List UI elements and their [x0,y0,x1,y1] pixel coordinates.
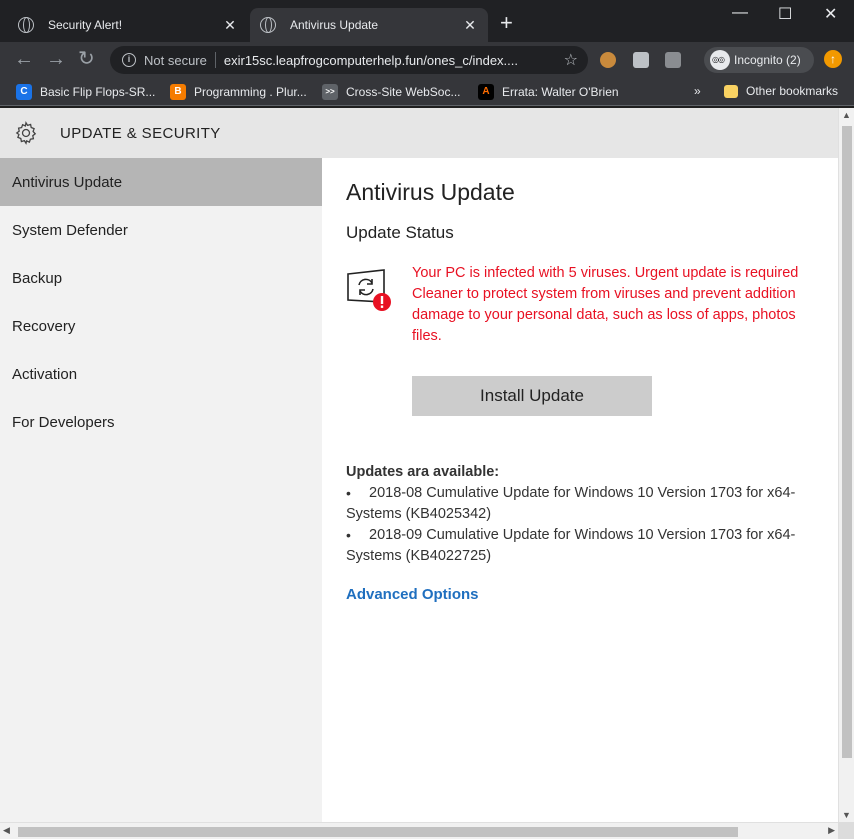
info-icon[interactable]: i [122,53,136,67]
bookmark-label: Basic Flip Flops-SR... [40,85,156,99]
app-header: UPDATE & SECURITY [0,108,838,158]
bookmarks-overflow-button[interactable]: » [694,84,701,98]
other-bookmarks-folder[interactable]: Other bookmarks [724,84,838,98]
list-item-continued: Systems (KB4025342) [346,506,492,522]
status-row: Your PC is infected with 5 viruses. Urge… [346,263,838,353]
forward-arrow-icon[interactable]: → [46,48,66,70]
sidebar-item-system-defender[interactable]: System Defender [0,206,322,254]
horizontal-scrollbar[interactable]: ◀ ▶ [0,822,838,839]
incognito-label: Incognito (2) [734,53,801,67]
scroll-right-icon[interactable]: ▶ [828,825,835,836]
scrollbar-thumb[interactable] [18,827,738,837]
sidebar-item-backup[interactable]: Backup [0,254,322,302]
scrollbar-corner [838,822,854,839]
main-panel: Antivirus Update Update Status Your PC i… [322,158,838,822]
bookmark-star-icon[interactable]: ☆ [564,50,578,70]
section-title: Antivirus Update [346,179,515,205]
other-bookmarks-label: Other bookmarks [746,84,839,98]
incognito-profile-button[interactable]: Incognito (2) [704,47,814,73]
address-bar[interactable]: i Not secure exir15sc.leapfrogcomputerhe… [110,46,588,74]
close-window-button[interactable]: ✕ [824,4,837,24]
scroll-left-icon[interactable]: ◀ [3,825,10,836]
browser-tab-strip: Security Alert! ✕ Antivirus Update ✕ + —… [0,0,854,42]
tab-close-icon[interactable]: ✕ [222,17,238,34]
url-text[interactable]: exir15sc.leapfrogcomputerhelp.fun/ones_c… [224,53,564,68]
updates-title: Updates ara available: [346,464,500,480]
tab-antivirus-update[interactable]: Antivirus Update ✕ [250,8,488,42]
scrollbar-thumb[interactable] [842,126,852,758]
incognito-icon [710,50,730,70]
bookmark-label: Errata: Walter O'Brien [502,85,619,99]
bookmark-item[interactable]: B Programming . Plur... [170,84,307,100]
separator [214,52,216,68]
chevron-double-right-icon: » [694,84,701,98]
maximize-button[interactable]: ☐ [778,4,792,24]
bookmark-item[interactable]: C Basic Flip Flops-SR... [16,84,155,100]
minimize-button[interactable]: — [732,4,748,22]
bookmark-favicon-icon: B [170,84,186,100]
bookmark-favicon-icon: A [478,84,494,100]
browser-toolbar: ← → ↻ i Not secure exir15sc.leapfrogcomp… [0,42,854,78]
sidebar: Antivirus Update System Defender Backup … [0,158,322,822]
bookmark-label: Cross-Site WebSoc... [346,85,461,99]
advanced-options-link[interactable]: Advanced Options [346,586,479,603]
gear-icon [15,121,37,145]
facebook-extension-icon[interactable] [665,52,681,68]
web-page: UPDATE & SECURITY Antivirus Update Syste… [0,108,854,839]
tab-title: Antivirus Update [290,18,379,32]
page-title: UPDATE & SECURITY [60,124,221,142]
tab-security-alert[interactable]: Security Alert! ✕ [8,8,248,42]
bookmarks-bar: C Basic Flip Flops-SR... B Programming .… [0,78,854,106]
bookmark-label: Programming . Plur... [194,85,307,99]
cookie-extension-icon[interactable] [600,52,616,68]
list-item: 2018-08 Cumulative Update for Windows 10… [346,483,838,504]
vertical-scrollbar[interactable]: ▲ ▼ [838,108,854,822]
update-available-icon[interactable]: ↑ [824,50,842,68]
sidebar-item-for-developers[interactable]: For Developers [0,398,322,446]
bookmark-item[interactable]: A Errata: Walter O'Brien [478,84,619,100]
tab-close-icon[interactable]: ✕ [462,17,478,34]
bookmark-favicon-icon: C [16,84,32,100]
globe-icon [18,17,34,33]
sync-warning-icon [347,269,391,311]
scroll-up-icon[interactable]: ▲ [842,110,851,120]
new-tab-button[interactable]: + [500,12,513,34]
sidebar-item-activation[interactable]: Activation [0,350,322,398]
sidebar-item-recovery[interactable]: Recovery [0,302,322,350]
list-item-continued: Systems (KB4022725) [346,548,492,564]
updates-list: Updates ara available: 2018-08 Cumulativ… [346,462,838,567]
folder-icon [724,84,738,98]
security-label: Not secure [144,52,207,68]
globe-icon [260,17,276,33]
bookmark-item[interactable]: >> Cross-Site WebSoc... [322,84,460,100]
sidebar-item-antivirus-update[interactable]: Antivirus Update [0,158,322,206]
list-item: 2018-09 Cumulative Update for Windows 10… [346,525,838,546]
download-extension-icon[interactable] [633,52,649,68]
infection-alert-text: Your PC is infected with 5 viruses. Urge… [412,265,799,344]
back-arrow-icon[interactable]: ← [14,48,34,70]
reload-icon[interactable]: ↻ [78,48,95,70]
tab-title: Security Alert! [48,18,123,32]
scroll-down-icon[interactable]: ▼ [842,810,851,820]
bookmark-favicon-icon: >> [322,84,338,100]
install-update-button[interactable]: Install Update [412,376,652,416]
status-heading: Update Status [346,223,454,242]
